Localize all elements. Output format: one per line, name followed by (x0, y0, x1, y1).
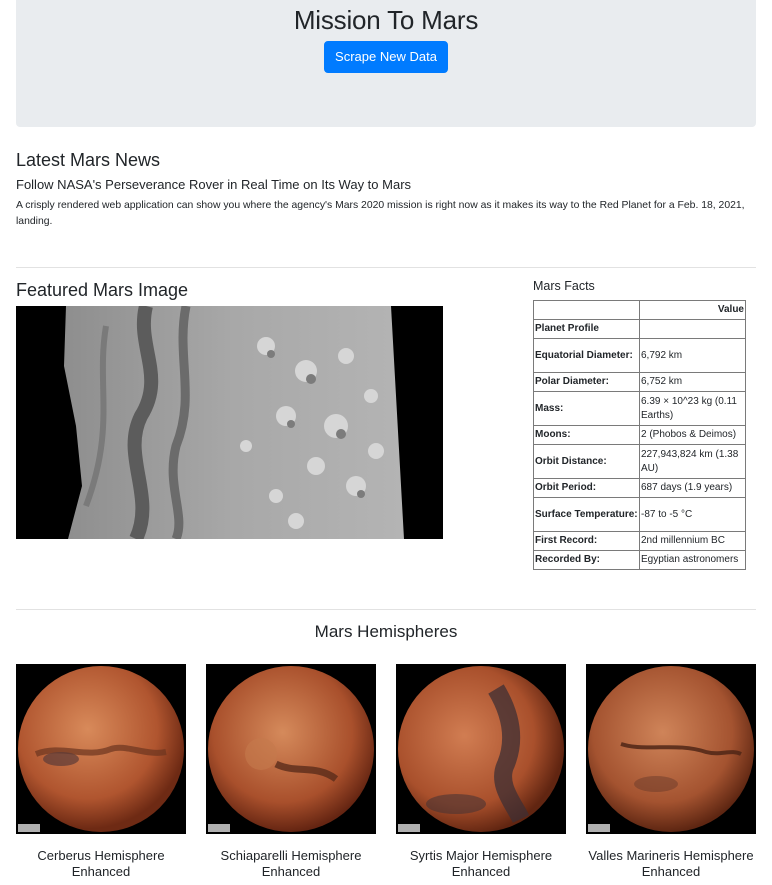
mars-facts-table: Value Planet Profile Equatorial Diameter… (533, 300, 746, 570)
divider (16, 609, 756, 610)
fact-label: Surface Temperature: (533, 497, 640, 532)
table-row: Moons: 2 (Phobos & Deimos) (533, 425, 746, 445)
hemisphere-caption: Cerberus Hemisphere Enhanced (37, 848, 165, 879)
fact-value: 687 days (1.9 years) (639, 478, 746, 498)
fact-label: Orbit Period: (533, 478, 640, 498)
hemisphere-caption: Valles Marineris Hemisphere Enhanced (588, 848, 754, 879)
mars-facts-heading: Mars Facts (533, 279, 595, 293)
page-title: Mission To Mars (293, 5, 479, 35)
fact-value: 2 (Phobos & Deimos) (639, 425, 746, 445)
valles-marineris-hemisphere-image[interactable] (586, 664, 756, 834)
table-header-row: Value (533, 300, 746, 320)
fact-value: 6.39 × 10^23 kg (0.11 Earths) (639, 391, 746, 426)
table-row: Surface Temperature: -87 to -5 °C (533, 497, 746, 532)
table-row: Mass: 6.39 × 10^23 kg (0.11 Earths) (533, 391, 746, 426)
table-row: Orbit Period: 687 days (1.9 years) (533, 478, 746, 498)
fact-value: Egyptian astronomers (639, 550, 746, 570)
hemisphere-card-syrtis-major[interactable]: Syrtis Major Hemisphere Enhanced (396, 664, 566, 880)
column-header: Value (639, 300, 746, 320)
hemispheres-heading: Mars Hemispheres (314, 622, 458, 641)
column-header (533, 300, 640, 320)
cerberus-hemisphere-image[interactable] (16, 664, 186, 834)
hemisphere-card-schiaparelli[interactable]: Schiaparelli Hemisphere Enhanced (206, 664, 376, 880)
hemisphere-card-cerberus[interactable]: Cerberus Hemisphere Enhanced (16, 664, 186, 880)
fact-value: 6,792 km (639, 338, 746, 373)
fact-value (639, 319, 746, 339)
fact-label: Recorded By: (533, 550, 640, 570)
jumbotron-header: Mission To Mars Scrape New Data (16, 0, 756, 127)
fact-value: -87 to -5 °C (639, 497, 746, 532)
fact-label: Planet Profile (533, 319, 640, 339)
table-row: First Record: 2nd millennium BC (533, 531, 746, 551)
hemisphere-caption: Syrtis Major Hemisphere Enhanced (409, 848, 553, 879)
news-title: Follow NASA's Perseverance Rover in Real… (16, 177, 412, 192)
news-paragraph: A crisply rendered web application can s… (16, 200, 745, 227)
featured-mars-image (16, 306, 443, 539)
table-row: Orbit Distance: 227,943,824 km (1.38 AU) (533, 444, 746, 479)
fact-label: Orbit Distance: (533, 444, 640, 479)
table-row: Recorded By: Egyptian astronomers (533, 550, 746, 570)
featured-image-heading: Featured Mars Image (16, 280, 189, 300)
news-heading: Latest Mars News (16, 150, 161, 170)
table-row: Planet Profile (533, 319, 746, 339)
fact-label: Moons: (533, 425, 640, 445)
fact-label: Mass: (533, 391, 640, 426)
table-row: Polar Diameter: 6,752 km (533, 372, 746, 392)
fact-value: 6,752 km (639, 372, 746, 392)
hemisphere-caption: Schiaparelli Hemisphere Enhanced (220, 848, 362, 879)
fact-label: First Record: (533, 531, 640, 551)
scrape-new-data-button[interactable]: Scrape New Data (324, 41, 448, 73)
fact-value: 2nd millennium BC (639, 531, 746, 551)
syrtis-major-hemisphere-image[interactable] (396, 664, 566, 834)
fact-value: 227,943,824 km (1.38 AU) (639, 444, 746, 479)
divider (16, 267, 756, 268)
fact-label: Equatorial Diameter: (533, 338, 640, 373)
hemisphere-card-valles-marineris[interactable]: Valles Marineris Hemisphere Enhanced (586, 664, 756, 880)
schiaparelli-hemisphere-image[interactable] (206, 664, 376, 834)
table-row: Equatorial Diameter: 6,792 km (533, 338, 746, 373)
fact-label: Polar Diameter: (533, 372, 640, 392)
